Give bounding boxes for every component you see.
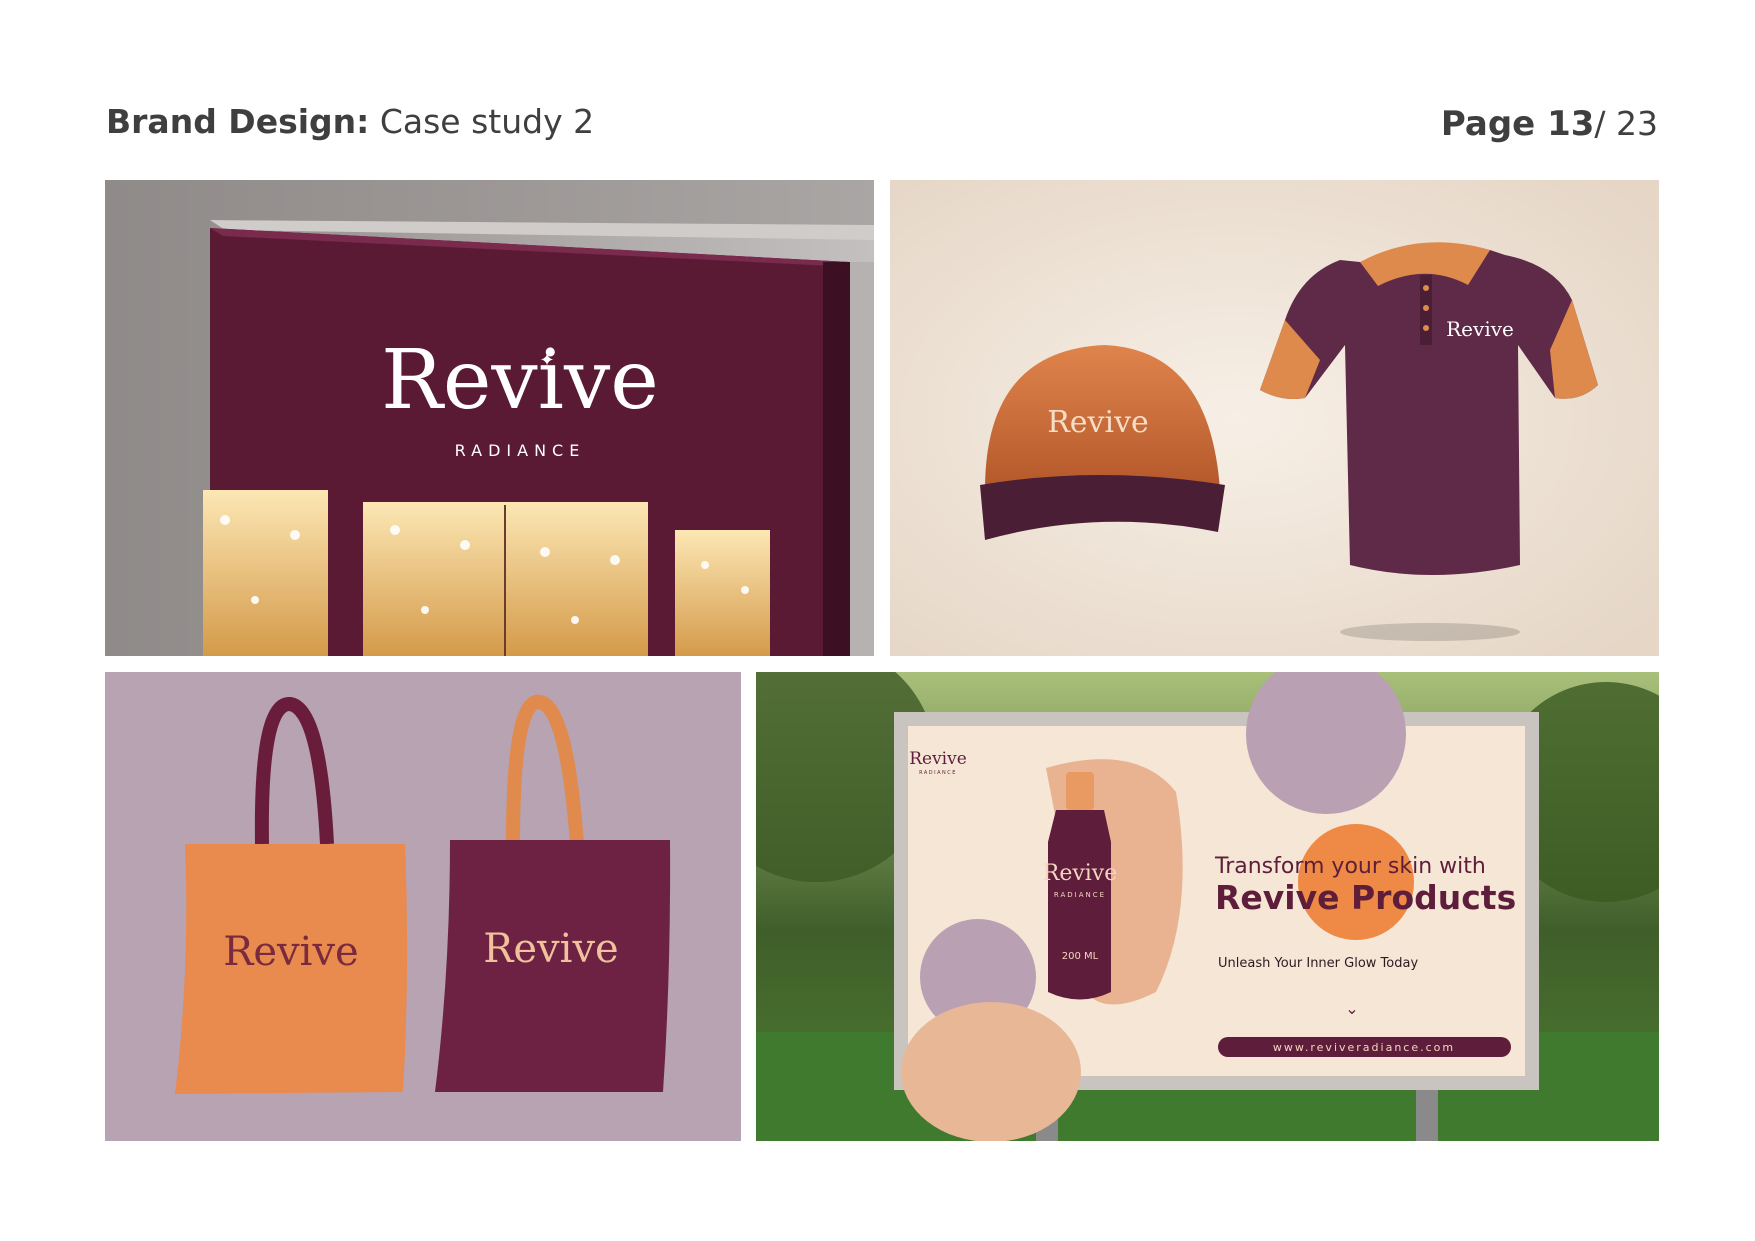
plum-tote-wordmark: Revive [483, 926, 618, 972]
title-light: Case study 2 [369, 102, 595, 141]
tote-bags-mockup: Revive Revive [105, 672, 741, 1141]
ad-url: www.reviveradiance.com [1273, 1041, 1455, 1054]
sparkle-icon: ✦ [539, 350, 554, 371]
ad-logo-tagline: RADIANCE [919, 770, 957, 776]
bottle-volume: 200 ML [1062, 951, 1099, 962]
billboard-illustration: Revive RADIANCE 200 ML Revive RADIANCE T… [756, 672, 1659, 1141]
apparel-illustration: Revive Revive [890, 180, 1659, 656]
product-bottle [1048, 810, 1111, 1000]
store-sign-wordmark: Revive [381, 333, 659, 428]
bottle-tagline: RADIANCE [1054, 891, 1106, 899]
document-title: Brand Design: Case study 2 [106, 98, 594, 146]
page-number: Page 13/ 23 [1441, 100, 1658, 148]
bottle-wordmark: Revive [1043, 861, 1118, 886]
cap-wordmark: Revive [1047, 405, 1149, 440]
title-bold: Brand Design: [106, 102, 370, 141]
ad-logo-wordmark: Revive [909, 749, 967, 769]
storefront-mockup: Revive RADIANCE ✦ [105, 180, 874, 656]
ad-headline-line1: Transform your skin with [1214, 854, 1486, 879]
billboard-mockup: Revive RADIANCE 200 ML Revive RADIANCE T… [756, 672, 1659, 1141]
chevrons-down-icon: ⌄ [1345, 999, 1358, 1018]
storefront-illustration: Revive RADIANCE ✦ [105, 180, 874, 656]
page-total: / 23 [1594, 104, 1658, 143]
tote-illustration: Revive Revive [175, 694, 671, 1094]
ad-subline: Unleash Your Inner Glow Today [1218, 956, 1418, 971]
apparel-mockup: Revive Revive [890, 180, 1659, 656]
ad-headline-line2: Revive Products [1215, 878, 1516, 917]
polo-wordmark: Revive [1446, 317, 1514, 341]
store-sign-tagline: RADIANCE [455, 441, 586, 460]
orange-tote-wordmark: Revive [223, 929, 358, 975]
page-current: Page 13 [1440, 104, 1595, 144]
